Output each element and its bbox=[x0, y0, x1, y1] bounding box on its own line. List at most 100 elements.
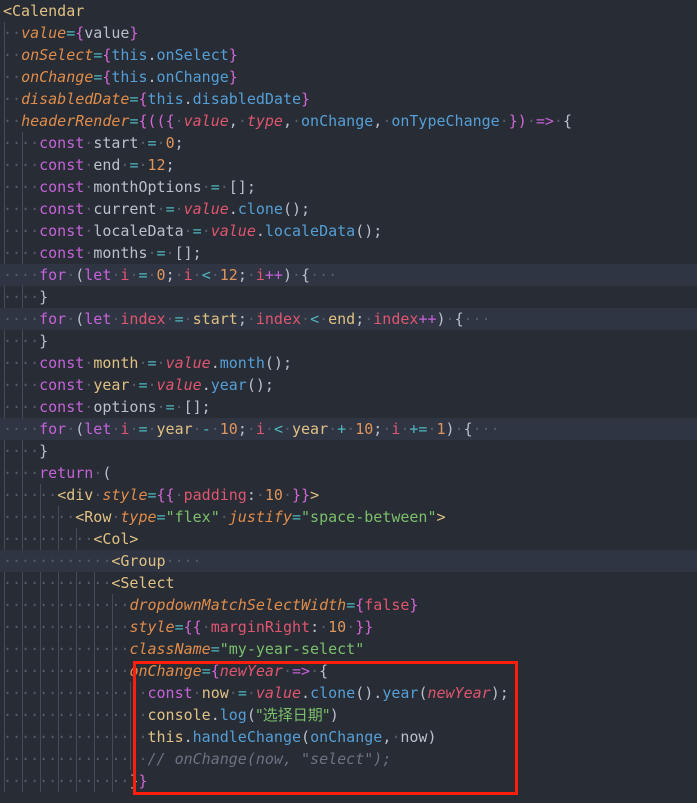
token-kw2: i bbox=[255, 420, 265, 438]
token-ws: · bbox=[445, 310, 455, 328]
code-line[interactable]: ········<Row·type="flex"·justify="space-… bbox=[0, 506, 697, 528]
token-tag: <div bbox=[57, 486, 94, 504]
token-brace: {{ bbox=[183, 618, 202, 636]
code-line[interactable]: ············<Select bbox=[0, 572, 697, 594]
code-editor[interactable]: <Calendar ··value={value} ··onSelect={this… bbox=[0, 0, 697, 803]
token-brace: } bbox=[409, 596, 419, 614]
token-kw: return bbox=[39, 464, 94, 482]
token-ws: · bbox=[192, 420, 202, 438]
leading-whitespace: ············ bbox=[3, 574, 112, 592]
leading-whitespace: ·· bbox=[3, 90, 22, 108]
leading-whitespace: ···· bbox=[3, 310, 40, 328]
code-line[interactable]: ····for·(let·i·=·year·-·10;·i·<·year·+·1… bbox=[0, 418, 697, 440]
code-line[interactable]: ····const·year·=·value.year(); bbox=[0, 374, 697, 396]
token-punc: ( bbox=[75, 266, 85, 284]
token-fn: this bbox=[147, 90, 184, 108]
code-line[interactable]: ····} bbox=[0, 440, 697, 462]
code-line[interactable]: ····} bbox=[0, 330, 697, 352]
token-op: = bbox=[138, 376, 148, 394]
token-ws: · bbox=[84, 200, 94, 218]
code-line[interactable]: ····return·( bbox=[0, 462, 697, 484]
token-ws: · bbox=[319, 618, 329, 636]
token-ws: · bbox=[210, 420, 220, 438]
code-line[interactable]: ······<div·style={{·padding:·10·}}> bbox=[0, 484, 697, 506]
token-punc: . bbox=[147, 68, 157, 86]
leading-whitespace: ···· bbox=[3, 178, 40, 196]
code-surface[interactable]: <Calendar ··value={value} ··onSelect={this… bbox=[0, 0, 697, 803]
code-line[interactable]: ··············}} bbox=[0, 770, 697, 792]
token-punc: ; bbox=[174, 134, 184, 152]
token-ws: · bbox=[346, 618, 356, 636]
token-attr: style bbox=[102, 486, 148, 504]
token-op: < bbox=[273, 420, 283, 438]
token-kw: const bbox=[147, 684, 193, 702]
token-punc: { bbox=[319, 662, 329, 680]
token-ws: · bbox=[84, 376, 94, 394]
token-ws: · bbox=[526, 112, 536, 130]
code-line[interactable]: ··value={value} bbox=[0, 22, 697, 44]
code-line[interactable]: ··disabledDate={this.disabledDate} bbox=[0, 88, 697, 110]
code-line[interactable]: ····const·monthOptions·=·[]; bbox=[0, 176, 697, 198]
code-line[interactable]: ····const·months·=·[]; bbox=[0, 242, 697, 264]
token-kw: ++ bbox=[264, 266, 283, 284]
token-ws: · bbox=[156, 134, 166, 152]
token-op: < bbox=[310, 310, 320, 328]
token-ws: · bbox=[84, 354, 94, 372]
code-line[interactable]: ··onChange={this.onChange} bbox=[0, 66, 697, 88]
token-attr: onSelect bbox=[21, 46, 94, 64]
token-num: 0 bbox=[165, 134, 175, 152]
leading-whitespace: ·· bbox=[3, 68, 22, 86]
leading-whitespace: ···· bbox=[3, 442, 40, 460]
token-ws: · bbox=[165, 552, 175, 570]
code-line[interactable]: ············<Group···· bbox=[0, 550, 697, 572]
code-line[interactable]: ··············style={{·marginRight:·10·}… bbox=[0, 616, 697, 638]
code-line[interactable]: ····for·(let·i·=·0;·i·<·12;·i++)·{··· bbox=[0, 264, 697, 286]
leading-whitespace: ················ bbox=[3, 684, 148, 702]
token-varname: month bbox=[93, 354, 139, 372]
code-line[interactable]: ····} bbox=[0, 286, 697, 308]
token-fn: this bbox=[111, 68, 148, 86]
code-line[interactable]: ··············dropdownMatchSelectWidth={… bbox=[0, 594, 697, 616]
code-line[interactable]: ····const·localeData·=·value.localeData(… bbox=[0, 220, 697, 242]
code-line[interactable]: ····const·current·=·value.clone(); bbox=[0, 198, 697, 220]
leading-whitespace: ·· bbox=[3, 46, 22, 64]
code-line[interactable]: <Calendar bbox=[0, 0, 697, 22]
token-plain: value bbox=[84, 24, 130, 42]
token-ws: ··· bbox=[174, 552, 202, 570]
code-line[interactable]: ················this.handleChange(onChan… bbox=[0, 726, 697, 748]
code-line[interactable]: ··············className="my-year-select" bbox=[0, 638, 697, 660]
token-ital: value bbox=[156, 376, 202, 394]
code-line[interactable]: ··onSelect={this.onSelect} bbox=[0, 44, 697, 66]
token-ws: · bbox=[192, 266, 202, 284]
leading-whitespace: ········ bbox=[3, 508, 76, 526]
code-line[interactable]: ····for·(let·index·=·start;·index·<·end;… bbox=[0, 308, 697, 330]
code-line[interactable]: ····const·options·=·[]; bbox=[0, 396, 697, 418]
token-ws: · bbox=[346, 420, 356, 438]
token-attr: className bbox=[129, 640, 211, 658]
token-ws: · bbox=[174, 398, 184, 416]
token-varname: console bbox=[147, 706, 211, 724]
code-line[interactable]: ················console.log("选择日期") bbox=[0, 704, 697, 726]
token-ws: ··· bbox=[463, 310, 491, 328]
token-ws: · bbox=[147, 266, 157, 284]
token-ws: · bbox=[246, 266, 256, 284]
token-attr: style bbox=[129, 618, 175, 636]
token-brace: }} bbox=[292, 486, 311, 504]
code-line[interactable]: ················const·now·=·value.clone(… bbox=[0, 682, 697, 704]
code-line[interactable]: ··············onChange={newYear·=>·{ bbox=[0, 660, 697, 682]
token-punc: . bbox=[201, 376, 211, 394]
token-thisk: this bbox=[147, 728, 184, 746]
code-line[interactable]: ····const·month·=·value.month(); bbox=[0, 352, 697, 374]
code-line[interactable]: ··headerRender={(({·value,·type,·onChang… bbox=[0, 110, 697, 132]
token-ws: · bbox=[201, 222, 211, 240]
leading-whitespace: ···· bbox=[3, 200, 40, 218]
token-punc: ( bbox=[75, 420, 85, 438]
code-line[interactable]: ················// onChange(now, "select… bbox=[0, 748, 697, 770]
token-kw: const bbox=[39, 376, 85, 394]
code-line[interactable]: ····const·start·=·0; bbox=[0, 132, 697, 154]
code-line[interactable]: ··········<Col> bbox=[0, 528, 697, 550]
token-op: = bbox=[93, 46, 103, 64]
token-op: = bbox=[138, 420, 148, 438]
code-line[interactable]: ····const·end·=·12; bbox=[0, 154, 697, 176]
token-op: < bbox=[201, 266, 211, 284]
